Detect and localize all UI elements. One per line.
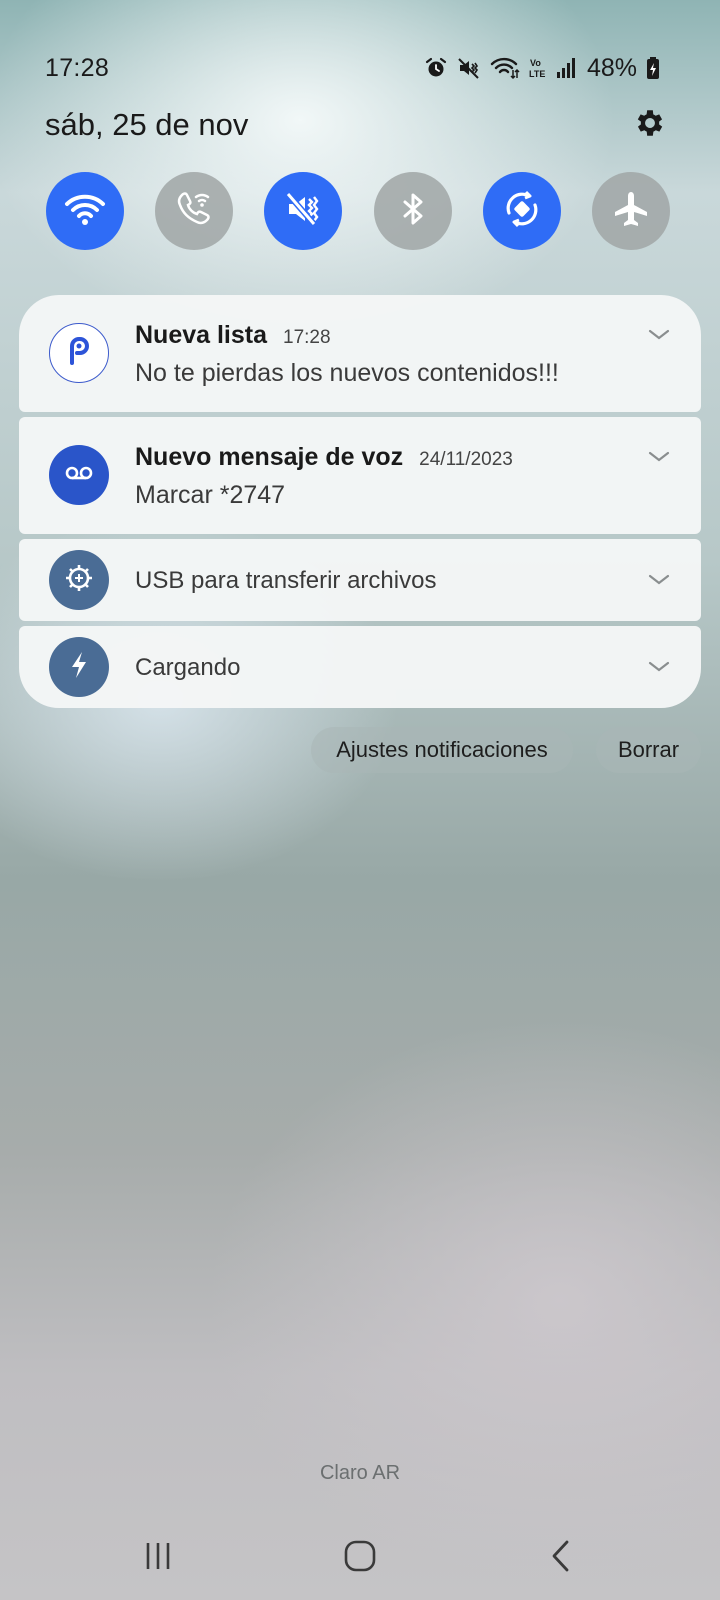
svg-text:LTE: LTE [529, 69, 545, 79]
navigation-bar [0, 1530, 720, 1586]
battery-charging-icon [646, 56, 660, 80]
notification-text: Marcar *2747 [135, 481, 286, 509]
app-icon [49, 637, 109, 697]
app-icon [49, 445, 109, 505]
chevron-down-icon[interactable] [647, 568, 671, 592]
settings-button[interactable] [630, 105, 670, 145]
notification-time: 24/11/2023 [419, 449, 513, 470]
mute-toggle[interactable] [264, 172, 343, 250]
status-clock: 17:28 [45, 53, 110, 82]
back-button[interactable] [534, 1530, 590, 1586]
volte-icon: Vo LTE [529, 56, 547, 80]
airplane-mode-toggle[interactable] [591, 172, 670, 250]
date-label: sáb, 25 de nov [45, 107, 249, 142]
usb-settings-icon [63, 562, 95, 599]
notification-charging[interactable]: Cargando [19, 626, 701, 708]
home-icon [343, 1539, 377, 1578]
carrier-label: Claro AR [319, 1462, 401, 1484]
notification-panel: Nueva lista 17:28 No te pierdas los nuev… [19, 295, 701, 713]
recent-apps-icon [142, 1540, 174, 1577]
notification-header: Nueva lista 17:28 [135, 321, 331, 350]
mute-icon [281, 187, 325, 236]
status-bar: 17:28 Vo LTE 48% [45, 48, 660, 88]
pluto-p-icon [64, 336, 94, 371]
notification-title: USB para transferir archivos [135, 567, 437, 594]
wifi-icon [490, 56, 520, 80]
wifi-toggle[interactable] [46, 172, 124, 250]
back-icon [547, 1539, 577, 1578]
notification-usb[interactable]: USB para transferir archivos [19, 539, 701, 621]
bluetooth-icon [391, 187, 435, 236]
wifi-calling-icon [172, 187, 216, 236]
chevron-down-icon[interactable] [647, 323, 671, 347]
notification-header: Nuevo mensaje de voz 24/11/2023 [135, 443, 513, 472]
auto-rotate-toggle[interactable] [482, 172, 561, 250]
chevron-down-icon[interactable] [647, 445, 671, 469]
notification-time: 17:28 [283, 327, 331, 348]
chevron-down-icon[interactable] [647, 655, 671, 679]
notification-voicemail[interactable]: Nuevo mensaje de voz 24/11/2023 Marcar *… [19, 417, 701, 534]
recent-apps-button[interactable] [130, 1530, 186, 1586]
wifi-calling-toggle[interactable] [155, 172, 234, 250]
airplane-icon [609, 187, 653, 236]
notification-title: Nueva lista [135, 321, 268, 349]
app-icon [49, 323, 109, 383]
rotate-icon [500, 187, 544, 236]
notification-nueva-lista[interactable]: Nueva lista 17:28 No te pierdas los nuev… [19, 295, 701, 412]
clear-all-button[interactable]: Borrar [596, 727, 701, 773]
charging-bolt-icon [65, 650, 93, 685]
wifi-icon [63, 187, 107, 236]
app-icon [49, 550, 109, 610]
voicemail-icon [64, 463, 94, 488]
notification-actions: Ajustes notificaciones Borrar [311, 727, 701, 773]
svg-text:Vo: Vo [530, 58, 541, 68]
date-row: sáb, 25 de nov [45, 100, 670, 150]
notification-title: Cargando [135, 654, 241, 681]
status-icons: Vo LTE 48% [424, 54, 660, 83]
notification-text: No te pierdas los nuevos contenidos!!! [135, 359, 559, 387]
battery-percent: 48% [586, 53, 637, 82]
notification-title: Nuevo mensaje de voz [135, 443, 404, 471]
quick-settings [46, 172, 670, 250]
signal-icon [556, 57, 576, 79]
mute-icon [457, 56, 481, 80]
home-button[interactable] [332, 1530, 388, 1586]
notification-settings-button[interactable]: Ajustes notificaciones [311, 727, 573, 773]
gear-icon [633, 106, 667, 145]
bluetooth-toggle[interactable] [373, 172, 452, 250]
alarm-icon [424, 56, 448, 80]
